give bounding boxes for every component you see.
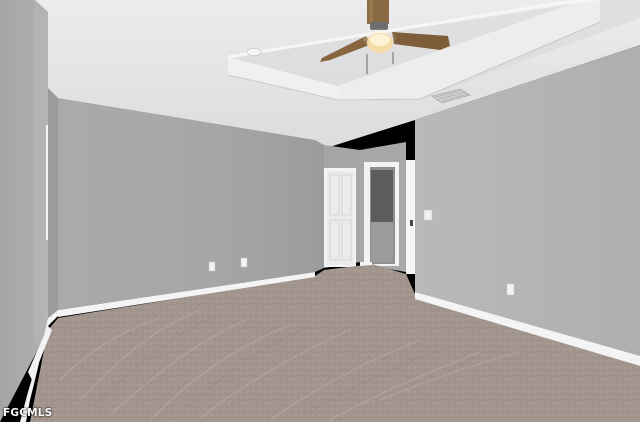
wall-outlet bbox=[208, 261, 216, 272]
room-illustration bbox=[0, 0, 640, 422]
closet-door bbox=[327, 171, 354, 265]
smoke-detector bbox=[246, 48, 262, 56]
wall-outlet bbox=[240, 257, 248, 268]
wall-outlet bbox=[506, 283, 515, 296]
bathroom-door-edge bbox=[406, 160, 416, 274]
mls-watermark: FGCMLS bbox=[3, 407, 53, 419]
left-side-wall bbox=[48, 88, 58, 318]
room-photo: FGCMLS bbox=[0, 0, 640, 422]
hallway-wall bbox=[315, 140, 324, 272]
light-switch bbox=[423, 209, 433, 221]
